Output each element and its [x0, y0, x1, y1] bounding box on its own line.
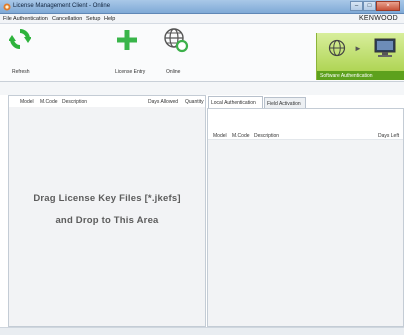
- column-mcode[interactable]: M.Code: [40, 99, 58, 105]
- column-model[interactable]: Model: [213, 133, 227, 139]
- app-icon: [3, 3, 11, 11]
- column-days-allowed[interactable]: Days Allowed: [148, 99, 178, 105]
- software-authentication-label: Software Authentication: [317, 71, 404, 80]
- drop-area[interactable]: Drag License Key Files [*.jkefs] and Dro…: [9, 107, 205, 326]
- brand-logo: KENWOOD: [358, 15, 398, 22]
- status-bar: [0, 327, 404, 335]
- online-label: Online: [166, 69, 181, 75]
- column-quantity[interactable]: Quantity: [185, 99, 204, 105]
- arrow-icon: ►: [354, 44, 362, 53]
- tab-field-activation[interactable]: Field Activation: [264, 97, 306, 108]
- column-description[interactable]: Description: [254, 133, 279, 139]
- toolbar-separator: [0, 82, 404, 95]
- right-table-header: Model M.Code Description Days Left: [208, 130, 403, 140]
- title-bar: License Management Client - Online – □ ×: [0, 0, 404, 14]
- menu-help[interactable]: Help: [104, 16, 115, 22]
- local-authentication-panel: Model M.Code Description Days Left: [207, 108, 404, 327]
- online-button[interactable]: Online: [158, 24, 192, 82]
- plus-icon: [117, 30, 137, 50]
- window-controls: – □ ×: [350, 1, 400, 12]
- menu-file[interactable]: File: [3, 16, 12, 22]
- maximize-button[interactable]: □: [363, 1, 376, 11]
- window-title: License Management Client - Online: [13, 3, 111, 9]
- globe-icon: [164, 28, 189, 53]
- column-mcode[interactable]: M.Code: [232, 133, 250, 139]
- drop-area-line1: Drag License Key Files [*.jkefs]: [33, 193, 181, 204]
- column-days-left[interactable]: Days Left: [378, 133, 399, 139]
- software-authentication-panel[interactable]: ► Software Authentication: [316, 33, 404, 80]
- menu-setup[interactable]: Setup: [86, 16, 100, 22]
- refresh-button[interactable]: Refresh: [0, 24, 40, 82]
- license-list-panel: Model M.Code Description Days Allowed Qu…: [8, 95, 206, 327]
- column-description[interactable]: Description: [62, 99, 87, 105]
- authenticated-license-list[interactable]: [208, 140, 403, 326]
- refresh-label: Refresh: [12, 69, 30, 75]
- menu-cancellation[interactable]: Cancellation: [52, 16, 82, 22]
- globe-icon: [328, 39, 346, 57]
- monitor-icon: [374, 38, 396, 57]
- menu-bar: File Authentication Cancellation Setup H…: [0, 14, 404, 24]
- license-entry-button[interactable]: License Entry: [108, 24, 146, 82]
- close-button[interactable]: ×: [376, 1, 400, 11]
- minimize-button[interactable]: –: [350, 1, 363, 11]
- drop-area-line2: and Drop to This Area: [55, 215, 159, 226]
- authentication-panel: Local Authentication Field Activation Mo…: [207, 95, 404, 327]
- license-entry-label: License Entry: [115, 69, 146, 75]
- menu-authentication[interactable]: Authentication: [13, 16, 48, 22]
- refresh-icon: [9, 29, 31, 49]
- column-model[interactable]: Model: [20, 99, 34, 105]
